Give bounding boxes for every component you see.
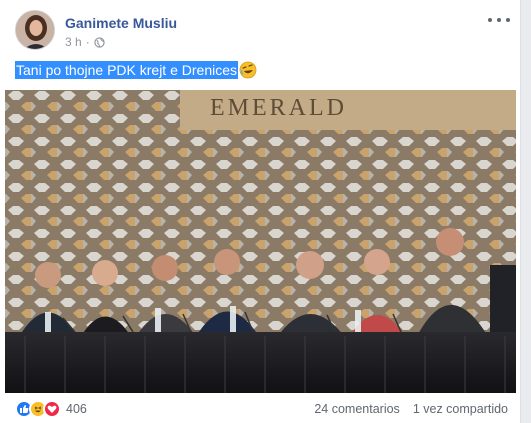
- post-text-content: Tani po thojne PDK krejt e Drenices: [15, 61, 238, 79]
- dot-icon: [488, 18, 492, 22]
- post-time[interactable]: 3 h: [65, 35, 82, 49]
- post-footer: 406 24 comentarios 1 vez compartido: [15, 398, 508, 420]
- reactions-summary[interactable]: 406: [15, 400, 87, 418]
- engagement-stats: 24 comentarios 1 vez compartido: [314, 402, 508, 416]
- post-header: Ganimete Musliu 3 h ·: [15, 10, 510, 54]
- more-options-button[interactable]: [488, 13, 510, 27]
- shares-count-link[interactable]: 1 vez compartido: [413, 402, 508, 416]
- comments-count-link[interactable]: 24 comentarios: [314, 402, 399, 416]
- dot-icon: [497, 18, 501, 22]
- love-reaction-icon: [43, 400, 61, 418]
- globe-icon: [94, 36, 105, 48]
- author-avatar[interactable]: [15, 10, 55, 50]
- dot-icon: [506, 18, 510, 22]
- post-meta: 3 h ·: [65, 35, 105, 49]
- panel-table: [5, 332, 516, 393]
- author-name[interactable]: Ganimete Musliu: [65, 15, 177, 31]
- photo-sign-text: EMERALD: [210, 95, 347, 121]
- post-text: Tani po thojne PDK krejt e Drenices: [15, 61, 257, 80]
- post-photo[interactable]: EMERALD: [5, 90, 516, 393]
- reaction-count: 406: [66, 402, 87, 416]
- rolling-laughing-emoji-icon: [239, 61, 257, 79]
- meta-separator: ·: [85, 35, 90, 49]
- facebook-post: Ganimete Musliu 3 h · Tani po thojne PDK…: [0, 0, 521, 423]
